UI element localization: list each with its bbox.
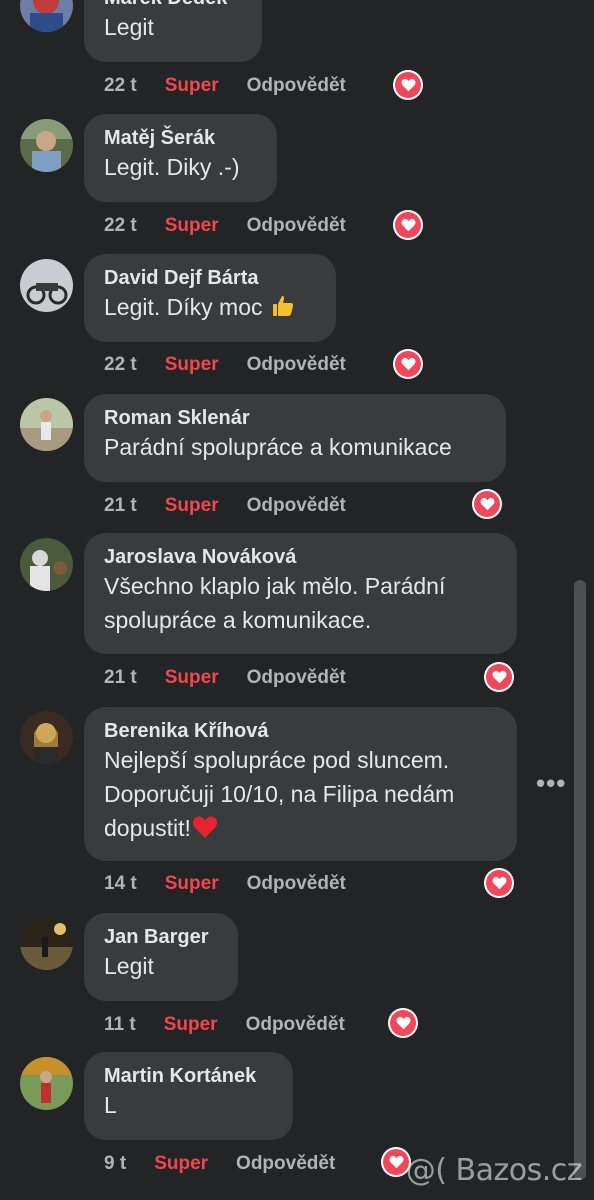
comment-author[interactable]: Marek Dědek (104, 0, 242, 10)
comment-author[interactable]: Jan Barger (104, 925, 218, 949)
comment-author[interactable]: Martin Kortánek (104, 1064, 273, 1088)
comment-actions: 22 t Super Odpovědět (104, 71, 346, 101)
comment-bubble: Jaroslava Nováková Všechno klaplo jak mě… (84, 533, 517, 654)
comment-time[interactable]: 22 t (104, 215, 137, 237)
avatar[interactable] (20, 119, 73, 172)
scrollbar[interactable] (574, 580, 586, 1180)
heart-reaction-icon[interactable] (484, 662, 514, 692)
heart-reaction-icon[interactable] (393, 210, 423, 240)
comment-author[interactable]: Jaroslava Nováková (104, 545, 497, 569)
comment-text-line: Všechno klaplo jak mělo. Parádní (104, 573, 446, 599)
comment-time[interactable]: 21 t (104, 495, 137, 517)
comment-bubble: Martin Kortánek L (84, 1052, 293, 1140)
comment-text: Legit. Díky moc (104, 290, 316, 327)
comment-time[interactable]: 11 t (104, 1014, 136, 1036)
super-reaction-button[interactable]: Super (154, 1153, 208, 1175)
avatar[interactable] (20, 711, 73, 764)
super-reaction-button[interactable]: Super (165, 495, 219, 517)
comment-text: Legit. Diky .-) (104, 154, 240, 180)
comment-author[interactable]: David Dejf Bárta (104, 266, 316, 290)
comment-bubble: Marek Dědek Legit (84, 0, 262, 62)
bazos-watermark: @( Bazos.cz (405, 1153, 583, 1188)
avatar[interactable] (20, 398, 73, 451)
comment-time[interactable]: 22 t (104, 354, 137, 376)
comment-actions: 11 t Super Odpovědět (104, 1010, 345, 1040)
avatar[interactable] (20, 538, 73, 591)
comment-bubble: Roman Sklenár Parádní spolupráce a komun… (84, 394, 506, 482)
heart-reaction-icon[interactable] (388, 1008, 418, 1038)
comment-time[interactable]: 21 t (104, 667, 137, 689)
super-reaction-button[interactable]: Super (165, 873, 219, 895)
heart-reaction-icon[interactable] (472, 489, 502, 519)
comment-text: Parádní spolupráce a komunikace (104, 434, 452, 460)
comment-bubble: David Dejf Bárta Legit. Díky moc (84, 254, 336, 342)
heart-reaction-icon[interactable] (393, 349, 423, 379)
comment-time[interactable]: 22 t (104, 75, 137, 97)
comment-bubble: Jan Barger Legit (84, 913, 238, 1001)
comment-text-line: spolupráce a komunikace. (104, 607, 372, 633)
comment-text: Legit (104, 953, 154, 979)
comment-actions: 14 t Super Odpovědět (104, 869, 346, 899)
super-reaction-button[interactable]: Super (165, 215, 219, 237)
thumbs-up-icon (271, 293, 295, 327)
comment-author[interactable]: Roman Sklenár (104, 406, 486, 430)
reply-button[interactable]: Odpovědět (236, 1153, 335, 1175)
super-reaction-button[interactable]: Super (165, 354, 219, 376)
comment-actions: 21 t Super Odpovědět (104, 663, 346, 693)
super-reaction-button[interactable]: Super (164, 1014, 218, 1036)
comment-text-line-last: dopustit! (104, 811, 497, 848)
reply-button[interactable]: Odpovědět (247, 873, 346, 895)
reply-button[interactable]: Odpovědět (247, 667, 346, 689)
comment-actions: 22 t Super Odpovědět (104, 350, 346, 380)
comment-bubble: Matěj Šerák Legit. Diky .-) (84, 114, 277, 202)
reply-button[interactable]: Odpovědět (247, 495, 346, 517)
comment-text: Legit (104, 14, 154, 40)
comment-actions: 22 t Super Odpovědět (104, 211, 346, 241)
comment-time[interactable]: 9 t (104, 1153, 126, 1175)
avatar[interactable] (20, 917, 73, 970)
comment-text-line: Doporučuji 10/10, na Filipa nedám (104, 781, 455, 807)
super-reaction-button[interactable]: Super (165, 667, 219, 689)
comment-text-content: dopustit! (104, 815, 191, 841)
red-heart-icon (192, 814, 218, 848)
comment-text-content: Legit. Díky moc (104, 294, 263, 320)
heart-reaction-icon[interactable] (484, 868, 514, 898)
comment-actions: 9 t Super Odpovědět (104, 1149, 335, 1179)
super-reaction-button[interactable]: Super (165, 75, 219, 97)
comment-text-line: Nejlepší spolupráce pod sluncem. (104, 747, 450, 773)
comment-time[interactable]: 14 t (104, 873, 137, 895)
avatar[interactable] (20, 259, 73, 312)
comment-author[interactable]: Berenika Kříhová (104, 719, 497, 743)
reply-button[interactable]: Odpovědět (247, 75, 346, 97)
reply-button[interactable]: Odpovědět (247, 215, 346, 237)
reply-button[interactable]: Odpovědět (247, 354, 346, 376)
comment-text: L (104, 1092, 117, 1118)
reply-button[interactable]: Odpovědět (246, 1014, 345, 1036)
more-options-button[interactable]: ••• (536, 770, 566, 796)
avatar[interactable] (20, 0, 73, 32)
comment-bubble: Berenika Kříhová Nejlepší spolupráce pod… (84, 707, 517, 861)
comment-author[interactable]: Matěj Šerák (104, 126, 257, 150)
heart-reaction-icon[interactable] (393, 70, 423, 100)
comment-actions: 21 t Super Odpovědět (104, 491, 346, 521)
avatar[interactable] (20, 1057, 73, 1110)
